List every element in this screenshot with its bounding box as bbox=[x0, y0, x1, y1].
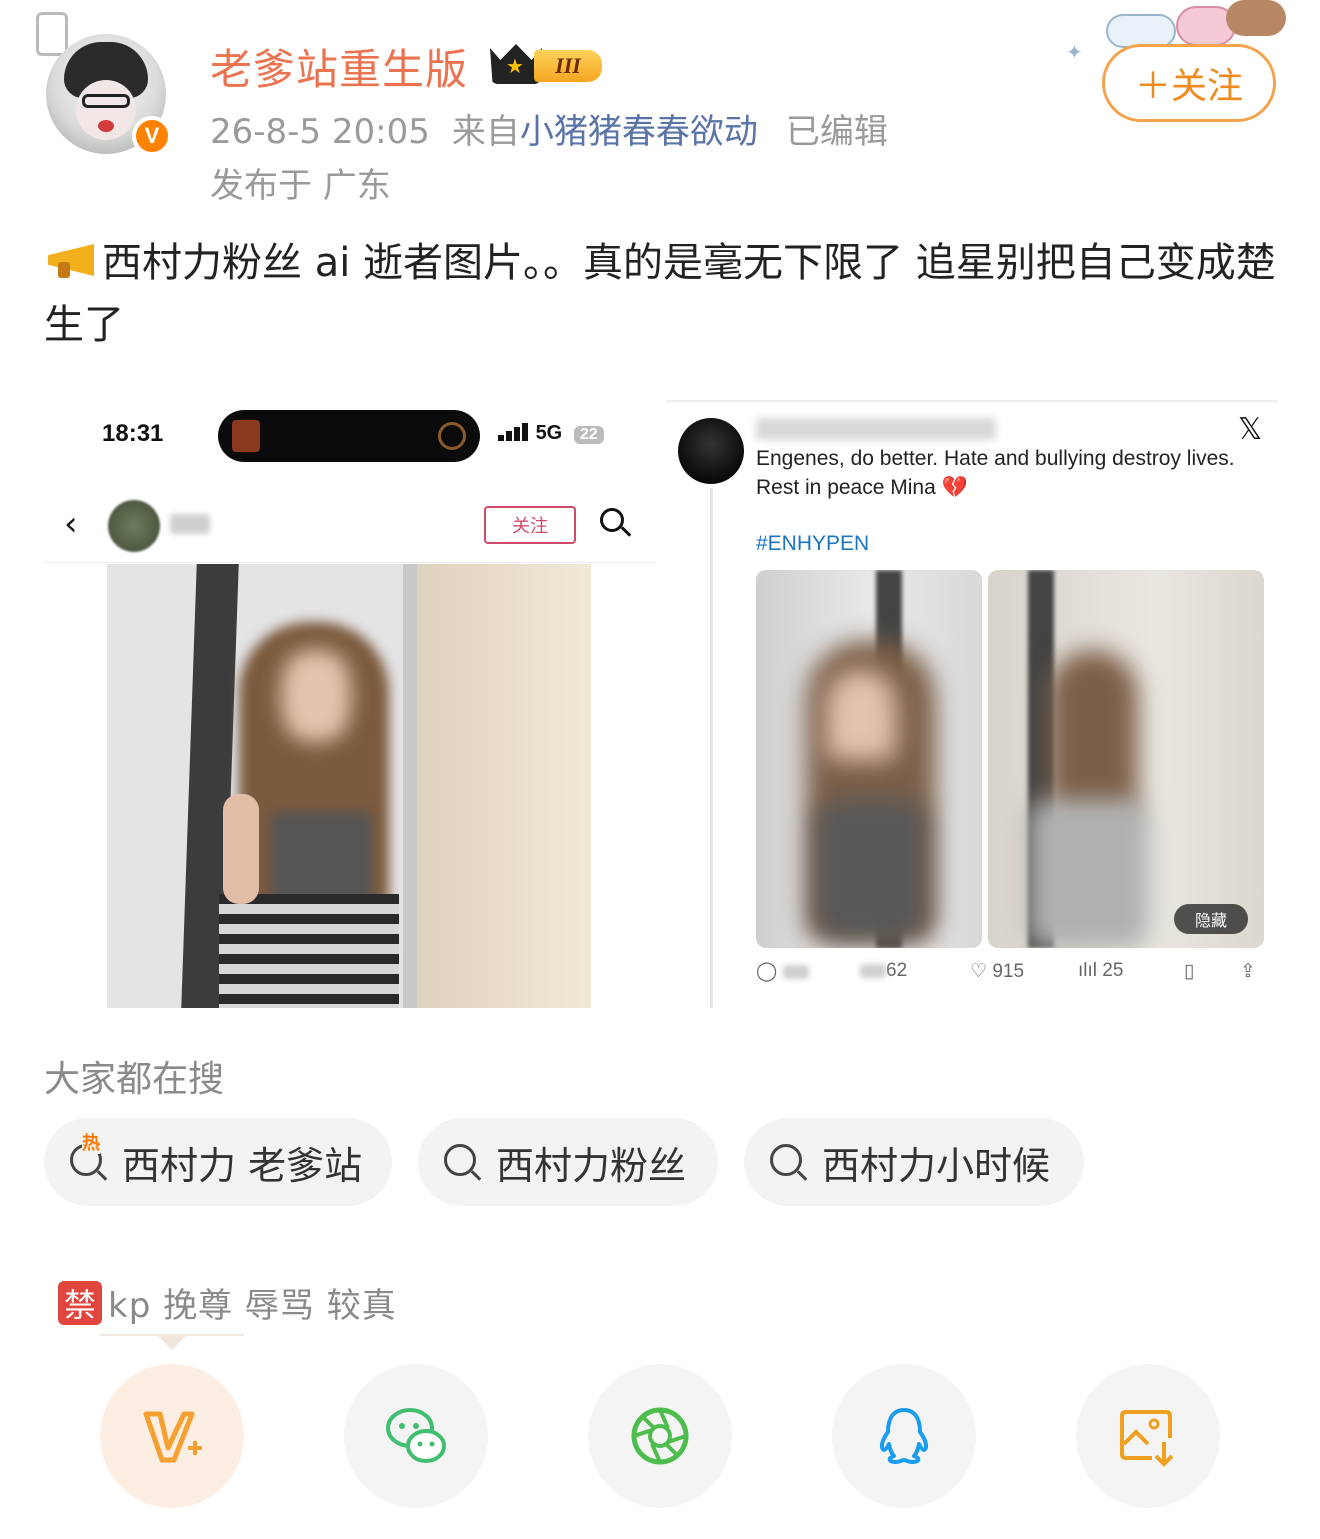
vip-level: III bbox=[534, 50, 602, 82]
tooltip-arrow bbox=[158, 1336, 186, 1350]
tweet-text: Engenes, do better. Hate and bullying de… bbox=[756, 447, 1235, 499]
edited-label: 已编辑 bbox=[785, 112, 888, 152]
tweet-author-blurred bbox=[756, 418, 996, 440]
verified-badge-icon: V bbox=[132, 116, 172, 156]
bookmark-icon: ▯ bbox=[1184, 961, 1195, 982]
signal-icon bbox=[498, 423, 530, 441]
username[interactable]: 老爹站重生版 bbox=[210, 36, 468, 97]
save-image-icon bbox=[1120, 1410, 1174, 1467]
ban-icon: 禁 bbox=[58, 1280, 102, 1325]
wechat-icon bbox=[386, 1408, 446, 1463]
screenshot-follow-button: 关注 bbox=[484, 506, 576, 544]
post-location: 发布于 广东 bbox=[210, 166, 391, 206]
network-type: 5G bbox=[535, 422, 563, 444]
search-section-title: 大家都在搜 bbox=[44, 1059, 225, 1100]
qq-icon bbox=[879, 1408, 929, 1464]
like-icon: ♡ 915 bbox=[970, 961, 1025, 982]
post-meta: 26-8-5 20:05 来自小猪猪春春欲动 已编辑 bbox=[210, 104, 888, 153]
comment-rules: 禁 kp 挽尊 辱骂 较真 bbox=[58, 1278, 397, 1327]
tweet-photo-2: 隐藏 bbox=[988, 570, 1264, 948]
vip-crown-badge-icon[interactable]: ★ III bbox=[490, 40, 606, 86]
battery-icon: 22 bbox=[573, 426, 604, 444]
avatar[interactable]: V bbox=[36, 12, 176, 162]
blurred-photo bbox=[107, 564, 591, 1008]
reply-icon: ◯ bbox=[756, 960, 809, 983]
search-chip-3[interactable]: 西村力小时候 bbox=[744, 1118, 1084, 1206]
share-weibo-button[interactable] bbox=[100, 1364, 244, 1508]
search-icon bbox=[442, 1142, 482, 1182]
share-save-image-button[interactable] bbox=[1076, 1364, 1220, 1508]
status-bar-signal: 5G 22 bbox=[498, 422, 604, 445]
tweet-actions: ◯ 62 ♡ 915 ılıl 25 ▯ ⇪ bbox=[756, 960, 1268, 992]
megaphone-icon bbox=[44, 240, 100, 280]
avatar-decoration bbox=[36, 12, 68, 56]
x-logo-icon: 𝕏 bbox=[1238, 413, 1263, 446]
post-source-link[interactable]: 小猪猪春春欲动 bbox=[520, 112, 758, 152]
tweet-photo-1 bbox=[756, 570, 982, 948]
rules-text: kp 挽尊 辱骂 较真 bbox=[108, 1286, 397, 1326]
hot-search-icon: 热 bbox=[68, 1134, 108, 1182]
views-icon: ılıl 25 bbox=[1078, 960, 1124, 981]
tweet-avatar bbox=[678, 418, 744, 484]
broken-heart-icon: 💔 bbox=[941, 476, 968, 499]
share-qq-button[interactable] bbox=[832, 1364, 976, 1508]
follow-button[interactable]: ＋关注 bbox=[1102, 44, 1276, 122]
profile-name-blurred bbox=[170, 514, 210, 534]
post-content: 西村力粉丝 ai 逝者图片。。真的是毫无下限了 追星别把自己变成楚生了 bbox=[44, 232, 1284, 356]
post-time: 26-8-5 20:05 bbox=[210, 112, 430, 152]
profile-avatar bbox=[108, 500, 160, 552]
status-bar-time: 18:31 bbox=[102, 420, 164, 447]
post-text: 西村力粉丝 ai 逝者图片。。真的是毫无下限了 追星别把自己变成楚生了 bbox=[44, 240, 1276, 348]
search-chip-2[interactable]: 西村力粉丝 bbox=[418, 1118, 718, 1206]
moments-icon bbox=[631, 1407, 689, 1465]
hide-chip: 隐藏 bbox=[1174, 904, 1248, 934]
search-icon bbox=[768, 1142, 808, 1182]
share-wechat-button[interactable] bbox=[344, 1364, 488, 1508]
post-image-2[interactable]: 𝕏 Engenes, do better. Hate and bullying … bbox=[666, 396, 1278, 1008]
tweet-hashtag: #ENHYPEN bbox=[756, 532, 870, 555]
retweet-icon: 62 bbox=[860, 960, 907, 982]
post-image-1[interactable]: 18:31 5G 22 ‹ 关注 bbox=[44, 396, 656, 1008]
source-prefix: 来自 bbox=[451, 112, 520, 152]
share-moments-button[interactable] bbox=[588, 1364, 732, 1508]
back-icon: ‹ bbox=[64, 504, 78, 544]
dynamic-island bbox=[218, 410, 480, 462]
weibo-v-plus-icon bbox=[143, 1411, 202, 1463]
search-chip-1[interactable]: 热 西村力 老爹站 bbox=[44, 1118, 392, 1206]
share-icon: ⇪ bbox=[1240, 961, 1256, 982]
search-icon bbox=[600, 508, 632, 540]
